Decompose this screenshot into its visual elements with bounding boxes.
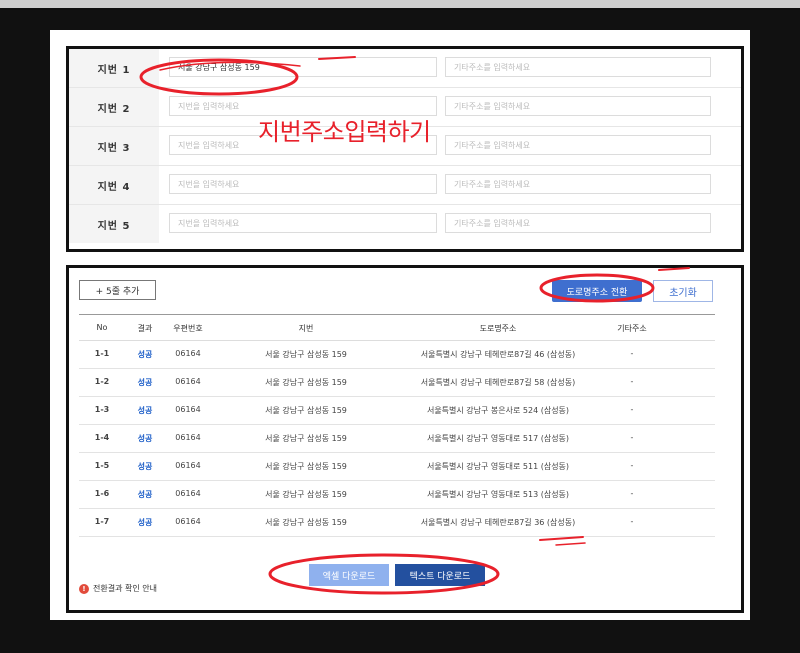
- cell-lot: 서울 강남구 삼성동 159: [265, 462, 347, 471]
- cell-road-address: 서울특별시 강남구 영동대로 513 (삼성동): [426, 490, 570, 499]
- cell-extra: -: [630, 489, 634, 498]
- table-row: 1-5 성공 06164 서울 강남구 삼성동 159 서울특별시 강남구 영동…: [79, 453, 715, 481]
- cell-no: 1-7: [94, 517, 110, 526]
- table-row: 1-3 성공 06164 서울 강남구 삼성동 159 서울특별시 강남구 봉은…: [79, 397, 715, 425]
- cell-lot: 서울 강남구 삼성동 159: [265, 378, 347, 387]
- extra-address-input[interactable]: 기타주소를 입력하세요: [445, 96, 711, 116]
- cell-lot: 서울 강남구 삼성동 159: [265, 518, 347, 527]
- cell-postcode: 06164: [175, 405, 201, 414]
- column-header-lot: 지번: [298, 324, 314, 333]
- cell-result: 성공: [137, 434, 153, 443]
- extra-address-input[interactable]: 기타주소를 입력하세요: [445, 213, 711, 233]
- cell-extra: -: [630, 377, 634, 386]
- cell-no: 1-3: [94, 405, 110, 414]
- cell-no: 1-5: [94, 461, 110, 470]
- lot-row-label: 지번 3: [69, 127, 159, 165]
- lot-row-label: 지번 5: [69, 205, 159, 243]
- table-row: 1-4 성공 06164 서울 강남구 삼성동 159 서울특별시 강남구 영동…: [79, 425, 715, 453]
- cell-no: 1-1: [94, 349, 110, 358]
- cell-postcode: 06164: [175, 349, 201, 358]
- cell-postcode: 06164: [175, 377, 201, 386]
- cell-lot: 서울 강남구 삼성동 159: [265, 434, 347, 443]
- cell-result: 성공: [137, 490, 153, 499]
- cell-result: 성공: [137, 406, 153, 415]
- cell-extra: -: [630, 461, 634, 470]
- column-header-no: No: [96, 323, 108, 332]
- cell-result: 성공: [137, 462, 153, 471]
- table-row: 1-1 성공 06164 서울 강남구 삼성동 159 서울특별시 강남구 테헤…: [79, 341, 715, 369]
- cell-postcode: 06164: [175, 433, 201, 442]
- divider: [79, 314, 715, 315]
- cell-lot: 서울 강남구 삼성동 159: [265, 350, 347, 359]
- text-download-button[interactable]: 텍스트 다운로드: [395, 564, 485, 586]
- table-row: 1-2 성공 06164 서울 강남구 삼성동 159 서울특별시 강남구 테헤…: [79, 369, 715, 397]
- cell-no: 1-4: [94, 433, 110, 442]
- excel-download-button[interactable]: 엑셀 다운로드: [309, 564, 389, 586]
- lot-address-panel: 지번 1 서울 강남구 삼성동 159 기타주소를 입력하세요 지번 2 지번을…: [66, 46, 744, 252]
- cell-road-address: 서울특별시 강남구 테헤란로87길 46 (삼성동): [420, 350, 576, 359]
- lot-input[interactable]: 서울 강남구 삼성동 159: [169, 57, 437, 77]
- cell-extra: -: [630, 433, 634, 442]
- cell-extra: -: [630, 405, 634, 414]
- cell-result: 성공: [137, 350, 153, 359]
- convert-road-address-button[interactable]: 도로명주소 전환: [552, 280, 642, 302]
- cell-road-address: 서울특별시 강남구 영동대로 517 (삼성동): [426, 434, 570, 443]
- cell-road-address: 서울특별시 강남구 테헤란로87길 58 (삼성동): [420, 378, 576, 387]
- table-row: 1-6 성공 06164 서울 강남구 삼성동 159 서울특별시 강남구 영동…: [79, 481, 715, 509]
- add-rows-button[interactable]: + 5줄 추가: [79, 280, 156, 300]
- screenshot-frame: 지번 1 서울 강남구 삼성동 159 기타주소를 입력하세요 지번 2 지번을…: [0, 0, 800, 653]
- conversion-result-panel: + 5줄 추가 도로명주소 전환 초기화 No 결과 우편번호 지번 도로명주소…: [66, 265, 744, 613]
- column-header-extra: 기타주소: [617, 324, 647, 333]
- cell-postcode: 06164: [175, 489, 201, 498]
- lot-row: 지번 1 서울 강남구 삼성동 159 기타주소를 입력하세요: [69, 49, 741, 88]
- conversion-info-link[interactable]: ! 전환결과 확인 안내: [79, 583, 157, 594]
- table-row: 1-7 성공 06164 서울 강남구 삼성동 159 서울특별시 강남구 테헤…: [79, 509, 715, 537]
- lot-row: 지번 5 지번을 입력하세요 기타주소를 입력하세요: [69, 205, 741, 243]
- column-header-road-address: 도로명주소: [479, 324, 517, 333]
- cell-no: 1-2: [94, 377, 110, 386]
- extra-address-input[interactable]: 기타주소를 입력하세요: [445, 135, 711, 155]
- lot-input[interactable]: 지번을 입력하세요: [169, 213, 437, 233]
- extra-address-input[interactable]: 기타주소를 입력하세요: [445, 174, 711, 194]
- cell-no: 1-6: [94, 489, 110, 498]
- cell-result: 성공: [137, 518, 153, 527]
- cell-extra: -: [630, 517, 634, 526]
- cell-lot: 서울 강남구 삼성동 159: [265, 406, 347, 415]
- info-icon: !: [79, 583, 89, 594]
- cell-road-address: 서울특별시 강남구 테헤란로87길 36 (삼성동): [420, 518, 576, 527]
- conversion-info-label: 전환결과 확인 안내: [93, 584, 157, 593]
- cell-lot: 서울 강남구 삼성동 159: [265, 490, 347, 499]
- cell-road-address: 서울특별시 강남구 영동대로 511 (삼성동): [426, 462, 570, 471]
- cell-road-address: 서울특별시 강남구 봉은사로 524 (삼성동): [426, 406, 570, 415]
- column-header-result: 결과: [137, 324, 153, 333]
- cell-postcode: 06164: [175, 517, 201, 526]
- lot-row-label: 지번 1: [69, 49, 159, 87]
- extra-address-input[interactable]: 기타주소를 입력하세요: [445, 57, 711, 77]
- annotation-text: 지번주소입력하기: [258, 118, 431, 146]
- lot-row-label: 지번 4: [69, 166, 159, 204]
- cell-result: 성공: [137, 378, 153, 387]
- column-header-postcode: 우편번호: [173, 324, 203, 333]
- lot-row: 지번 4 지번을 입력하세요 기타주소를 입력하세요: [69, 166, 741, 205]
- frame-top-bar: [0, 0, 800, 8]
- cell-postcode: 06164: [175, 461, 201, 470]
- cell-extra: -: [630, 349, 634, 358]
- reset-button[interactable]: 초기화: [653, 280, 713, 302]
- lot-input[interactable]: 지번을 입력하세요: [169, 174, 437, 194]
- lot-row-label: 지번 2: [69, 88, 159, 126]
